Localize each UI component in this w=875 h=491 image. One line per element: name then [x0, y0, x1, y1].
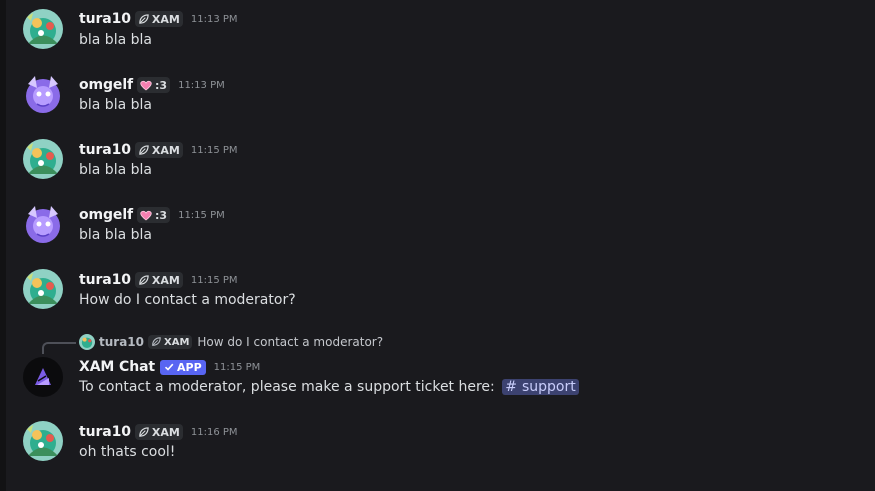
channel-name: support: [521, 379, 576, 395]
check-icon: [164, 362, 174, 372]
reply-preview[interactable]: tura10 XAM How do I contact a moderator?: [79, 333, 383, 351]
user-tag[interactable]: XAM: [134, 272, 183, 288]
message-text: bla bla bla: [79, 32, 152, 48]
heart-icon: [140, 210, 152, 221]
username[interactable]: omgelf: [79, 77, 133, 93]
message-text: bla bla bla: [79, 227, 152, 243]
username[interactable]: tura10: [79, 424, 131, 440]
avatar-omgelf[interactable]: [23, 74, 63, 114]
message-text: bla bla bla: [79, 162, 152, 178]
avatar-xam-chat[interactable]: [23, 357, 63, 397]
message-header: tura10 XAM 11:13 PM: [79, 9, 238, 29]
message-text: bla bla bla: [79, 97, 152, 113]
message-text: oh thats cool!: [79, 444, 176, 460]
sidebar-edge: [0, 0, 6, 491]
message-header: XAM Chat APP 11:15 PM: [79, 357, 260, 377]
user-tag[interactable]: XAM: [134, 424, 183, 440]
leaf-icon: [151, 337, 161, 347]
timestamp[interactable]: 11:13 PM: [191, 14, 238, 25]
app-badge-label: APP: [177, 360, 202, 374]
username[interactable]: XAM Chat: [79, 359, 155, 375]
tag-label: :3: [155, 208, 168, 222]
reply-connector: [42, 342, 76, 354]
tag-label: XAM: [151, 12, 180, 26]
avatar-tura10[interactable]: [23, 139, 63, 179]
username[interactable]: omgelf: [79, 207, 133, 223]
avatar-tura10[interactable]: [23, 421, 63, 461]
leaf-icon: [138, 144, 149, 156]
reply-text: How do I contact a moderator?: [197, 335, 384, 349]
timestamp[interactable]: 11:15 PM: [214, 362, 261, 373]
tag-label: XAM: [151, 425, 180, 439]
tag-label: XAM: [151, 143, 180, 157]
tag-label: :3: [155, 78, 168, 92]
hash-icon: #: [505, 379, 517, 395]
username[interactable]: tura10: [79, 272, 131, 288]
user-tag[interactable]: :3: [137, 207, 171, 223]
reply-user-tag: XAM: [148, 335, 193, 349]
message-body: To contact a moderator, please make a su…: [79, 379, 579, 395]
message-header: omgelf :3 11:13 PM: [79, 75, 225, 95]
message-header: tura10 XAM 11:15 PM: [79, 140, 238, 160]
timestamp[interactable]: 11:15 PM: [191, 145, 238, 156]
timestamp[interactable]: 11:15 PM: [191, 275, 238, 286]
leaf-icon: [138, 13, 149, 25]
user-tag[interactable]: XAM: [134, 11, 183, 27]
tag-label: XAM: [151, 273, 180, 287]
timestamp[interactable]: 11:15 PM: [178, 210, 225, 221]
message-header: omgelf :3 11:15 PM: [79, 205, 225, 225]
username[interactable]: tura10: [79, 142, 131, 158]
avatar-tura10[interactable]: [23, 269, 63, 309]
user-tag[interactable]: XAM: [134, 142, 183, 158]
reply-username[interactable]: tura10: [99, 335, 144, 349]
channel-mention[interactable]: # support: [502, 379, 579, 395]
heart-icon: [140, 80, 152, 91]
avatar-tura10[interactable]: [23, 9, 63, 49]
timestamp[interactable]: 11:13 PM: [178, 80, 225, 91]
app-badge: APP: [160, 359, 206, 375]
message-text: How do I contact a moderator?: [79, 292, 296, 308]
avatar-omgelf[interactable]: [23, 204, 63, 244]
tag-label: XAM: [164, 336, 190, 348]
leaf-icon: [138, 274, 149, 286]
reply-avatar: [79, 334, 95, 350]
message-text: To contact a moderator, please make a su…: [79, 379, 495, 395]
message-header: tura10 XAM 11:15 PM: [79, 270, 238, 290]
chat-log: tura10 XAM 11:13 PM bla bla bla omgelf:…: [0, 0, 875, 491]
user-tag[interactable]: :3: [137, 77, 171, 93]
leaf-icon: [138, 426, 149, 438]
timestamp[interactable]: 11:16 PM: [191, 427, 238, 438]
username[interactable]: tura10: [79, 11, 131, 27]
message-header: tura10 XAM 11:16 PM: [79, 422, 238, 442]
